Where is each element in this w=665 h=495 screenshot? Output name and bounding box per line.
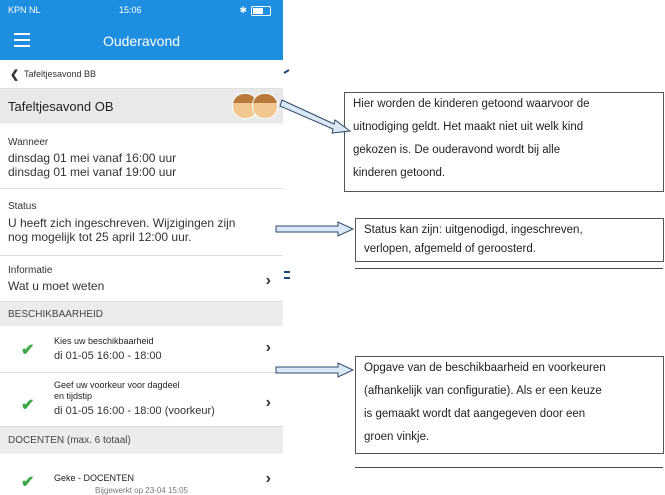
callout-arrows [275,69,355,378]
